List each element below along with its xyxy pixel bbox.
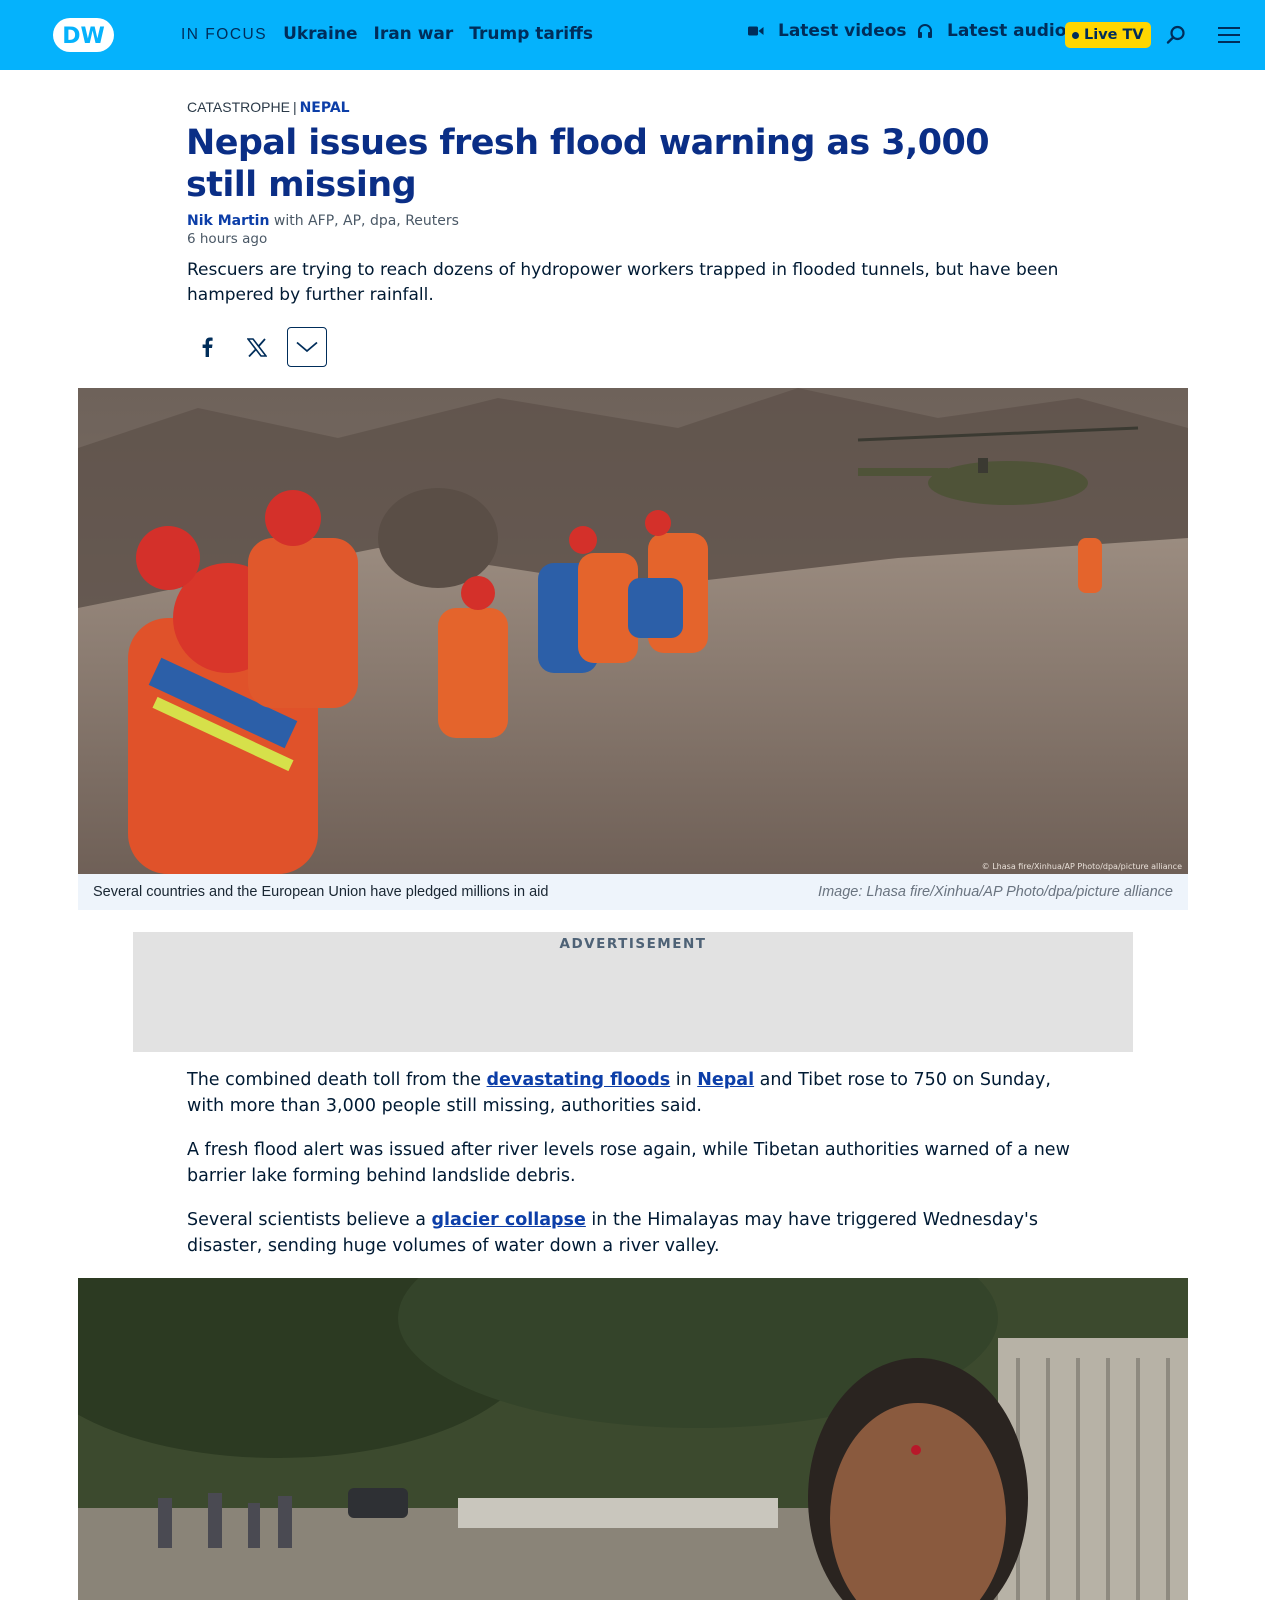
article-body: The combined death toll from the devasta…: [187, 1067, 1087, 1277]
latest-videos-link[interactable]: Latest videos: [748, 21, 907, 41]
advertisement-label: ADVERTISEMENT: [559, 936, 707, 952]
latest-audio-link[interactable]: Latest audio: [917, 21, 1066, 41]
hero-image: © Lhasa fire/Xinhua/AP Photo/dpa/picture…: [78, 388, 1188, 874]
paragraph-1-text-b: in: [670, 1070, 698, 1090]
in-focus-label: IN FOCUS: [181, 26, 268, 43]
publish-time: 6 hours ago: [187, 231, 268, 247]
link-nepal[interactable]: Nepal: [697, 1070, 754, 1090]
live-tv-label: Live TV: [1084, 27, 1144, 43]
live-dot-icon: [1072, 31, 1079, 39]
video-camera-icon: [748, 26, 764, 36]
link-glacier-collapse[interactable]: glacier collapse: [432, 1210, 586, 1230]
rescuers-photo: [78, 388, 1188, 874]
byline-sources: with AFP, AP, dpa, Reuters: [273, 213, 459, 229]
link-devastating-floods[interactable]: devastating floods: [487, 1070, 671, 1090]
paragraph-3-text-a: Several scientists believe a: [187, 1210, 432, 1230]
search-icon[interactable]: [1165, 24, 1187, 46]
facebook-icon: [202, 337, 213, 357]
paragraph-1-text-a: The combined death toll from the: [187, 1070, 487, 1090]
latest-audio-label: Latest audio: [947, 21, 1067, 41]
paragraph-2: A fresh flood alert was issued after riv…: [187, 1140, 1070, 1186]
hero-caption: Several countries and the European Union…: [78, 874, 1188, 910]
byline: Nik Martin with AFP, AP, dpa, Reuters: [187, 213, 459, 229]
tag-link-nepal[interactable]: NEPAL: [300, 100, 350, 116]
caption-credit: Image: Lhasa fire/Xinhua/AP Photo/dpa/pi…: [818, 884, 1173, 900]
paragraph-1: The combined death toll from the devasta…: [187, 1067, 1087, 1119]
dw-logo[interactable]: DW: [52, 17, 115, 53]
article-teaser: Rescuers are trying to reach dozens of h…: [187, 260, 1059, 305]
chevron-down-icon: [296, 341, 318, 353]
svg-text:DW: DW: [62, 24, 105, 49]
headphones-icon: [918, 24, 932, 38]
hamburger-menu-icon[interactable]: [1218, 25, 1240, 45]
focus-link-ukraine[interactable]: Ukraine: [283, 24, 357, 44]
focus-link-trump-tariffs[interactable]: Trump tariffs: [469, 24, 593, 44]
advertisement-slot: ADVERTISEMENT: [133, 932, 1133, 1052]
share-bar: [187, 327, 337, 367]
category-label: CATASTROPHE: [187, 99, 290, 115]
share-more-button[interactable]: [287, 327, 327, 367]
focus-link-iran-war[interactable]: Iran war: [374, 24, 454, 44]
paragraph-3: Several scientists believe a glacier col…: [187, 1207, 1087, 1259]
latest-videos-label: Latest videos: [778, 21, 907, 41]
x-icon: [247, 337, 267, 357]
in-focus-nav: IN FOCUS Ukraine Iran war Trump tariffs: [181, 24, 593, 44]
top-navigation-bar: DW IN FOCUS Ukraine Iran war Trump tarif…: [0, 0, 1265, 70]
street-scene-photo: [78, 1278, 1188, 1600]
live-tv-button[interactable]: Live TV: [1065, 22, 1151, 48]
share-facebook-button[interactable]: [187, 327, 227, 367]
caption-text: Several countries and the European Union…: [93, 884, 549, 900]
video-thumbnail-image[interactable]: [78, 1278, 1188, 1600]
kicker-separator: |: [292, 99, 297, 115]
article-kicker: CATASTROPHE | NEPAL: [187, 99, 350, 116]
hero-watermark: © Lhasa fire/Xinhua/AP Photo/dpa/picture…: [981, 862, 1182, 871]
article-title: Nepal issues fresh flood warning as 3,00…: [186, 123, 990, 205]
share-x-button[interactable]: [237, 327, 277, 367]
author-link[interactable]: Nik Martin: [187, 213, 269, 229]
